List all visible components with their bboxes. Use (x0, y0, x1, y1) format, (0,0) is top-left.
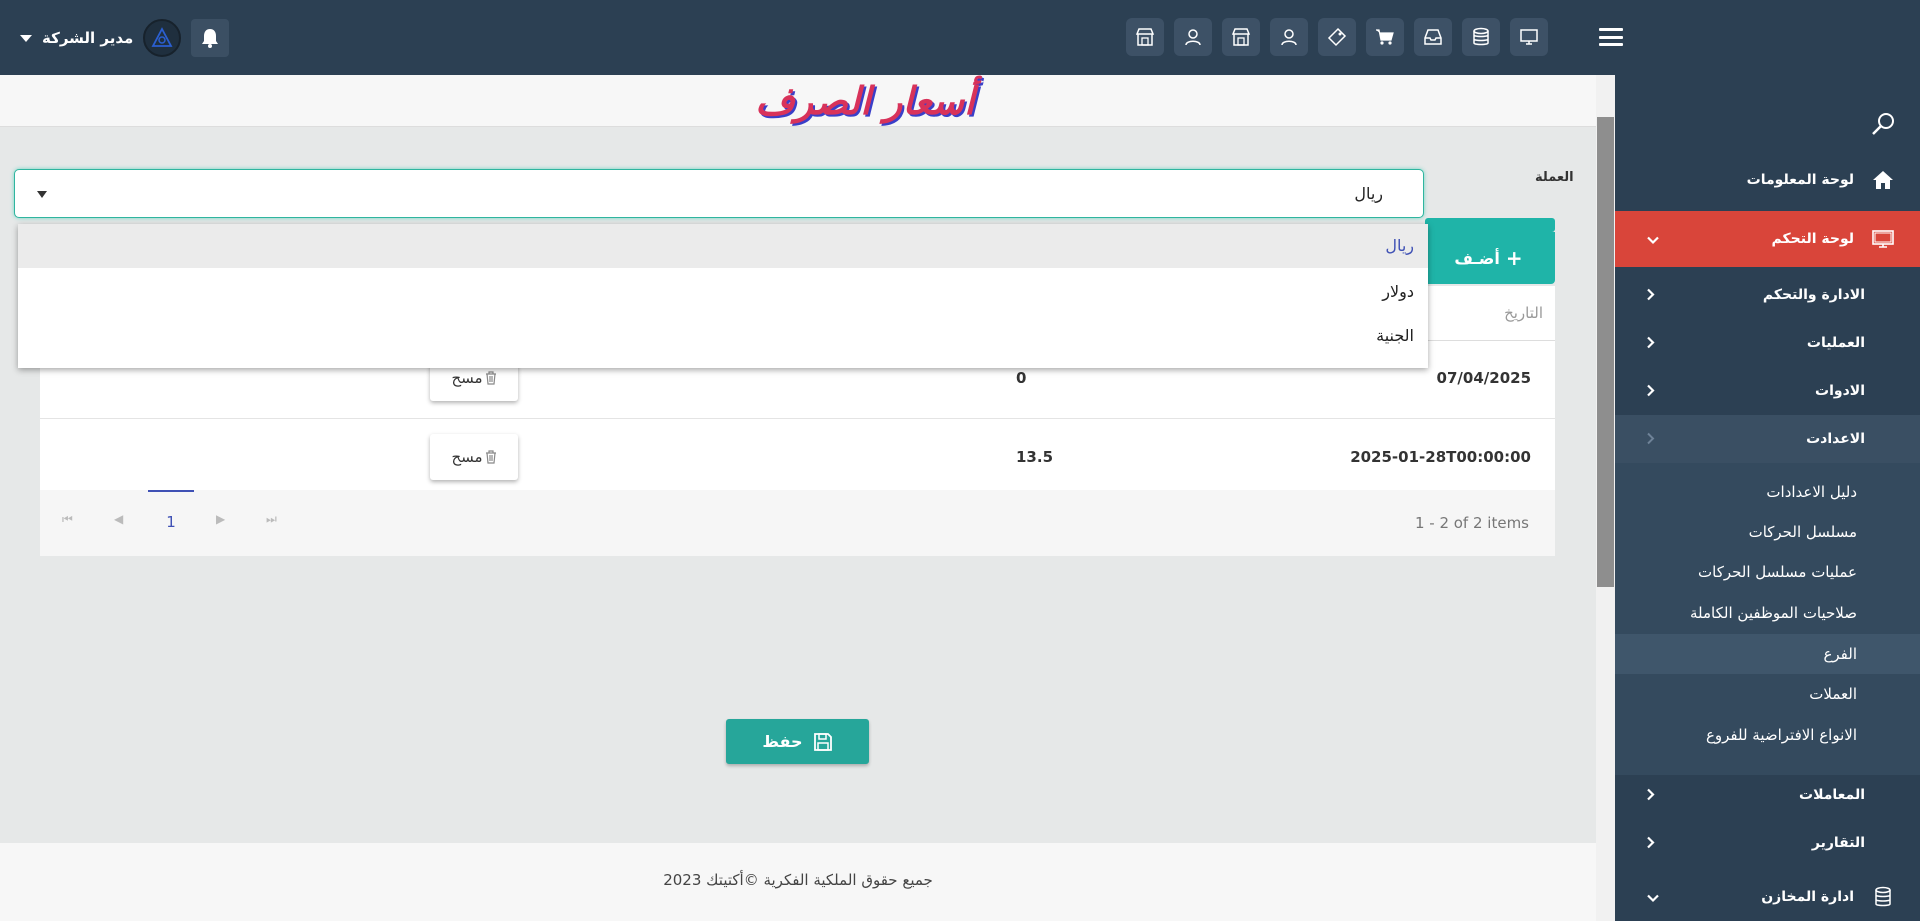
submenu-item[interactable]: مسلسل الحركات (1615, 512, 1920, 552)
sidebar-item-label: لوحة التحكم (1771, 231, 1854, 247)
delete-button-label: مسح (451, 369, 483, 387)
store-icon[interactable] (1126, 18, 1164, 56)
sidebar-item-label: التقارير (1811, 835, 1865, 851)
sidebar-item-label: ادارة المخازن (1761, 889, 1854, 905)
currency-dropdown-list: ريال دولار الجنية (18, 224, 1428, 368)
pager-info: 1 - 2 of 2 items (1414, 514, 1529, 532)
main-content: أسعار الصرف العملة ريال + أضـف التاريخ 0… (0, 75, 1596, 921)
add-button-strip (1425, 218, 1555, 232)
dropdown-option[interactable]: دولار (18, 270, 1428, 314)
chevron-right-icon (1647, 430, 1655, 449)
submenu-item[interactable]: العملات (1615, 674, 1920, 714)
caret-down-icon[interactable] (20, 34, 32, 42)
dropdown-option[interactable]: الجنية (18, 314, 1428, 358)
trash-icon (485, 371, 496, 385)
top-bar: مدير الشركة (0, 0, 1920, 75)
tag-icon[interactable] (1318, 18, 1356, 56)
footer: جميع حقوق الملكية الفكرية ©أكتيتك 2023 (0, 843, 1596, 921)
submenu-item[interactable]: دليل الاعدادات (1615, 472, 1920, 512)
title-band: أسعار الصرف (0, 75, 1596, 127)
cart-icon[interactable] (1366, 18, 1404, 56)
sidebar-item-operations[interactable]: العمليات (1615, 319, 1920, 367)
bell-icon[interactable] (191, 19, 230, 57)
sidebar: لوحة المعلومات لوحة التحكم الادارة والتح… (1615, 75, 1920, 921)
add-button[interactable]: + أضـف (1422, 232, 1555, 284)
table-row: 2025-01-28T00:00:00 13.5 مسح (40, 420, 1555, 498)
chevron-right-icon (1647, 834, 1655, 853)
store-icon[interactable] (1222, 18, 1260, 56)
page-title: أسعار الصرف (755, 78, 975, 123)
date-column-header[interactable]: التاريخ (1504, 304, 1543, 322)
hamburger-menu-icon[interactable] (1599, 28, 1623, 46)
company-logo-avatar[interactable] (143, 19, 182, 57)
plus-icon: + (1505, 246, 1523, 270)
sidebar-item-dashboard[interactable]: لوحة المعلومات (1615, 156, 1920, 204)
chevron-down-icon (1647, 230, 1659, 249)
chevron-down-icon[interactable] (37, 191, 47, 198)
search-icon[interactable] (1870, 111, 1896, 141)
delete-button[interactable]: مسح (430, 434, 518, 480)
inbox-icon[interactable] (1414, 18, 1452, 56)
chevron-right-icon (1647, 334, 1655, 353)
currency-select-value[interactable]: ريال (1354, 184, 1383, 203)
sidebar-item-label: الادارة والتحكم (1762, 287, 1865, 303)
submenu-item[interactable]: الفرع (1615, 634, 1920, 674)
floppy-disk-icon (813, 732, 832, 751)
row-rate: 0 (1016, 369, 1027, 387)
row-date: 2025-01-28T00:00:00 (1350, 448, 1531, 466)
sidebar-item-management[interactable]: الادارة والتحكم (1615, 271, 1920, 319)
prev-page-icon[interactable]: ◀ (114, 512, 123, 526)
database-icon[interactable] (1462, 18, 1500, 56)
row-date: 07/04/2025 (1436, 369, 1531, 387)
sidebar-item-label: الادوات (1815, 383, 1865, 399)
user-icon[interactable] (1270, 18, 1308, 56)
page-number-current[interactable]: 1 (148, 490, 194, 556)
next-page-icon[interactable]: ▶ (216, 512, 225, 526)
sidebar-item-label: العمليات (1806, 335, 1865, 351)
user-name[interactable]: مدير الشركة (42, 29, 133, 47)
pager: ⏮ ◀ 1 ▶ ⏭ 1 - 2 of 2 items (40, 490, 1555, 556)
save-button-label: حفظ (762, 732, 803, 751)
user-icon[interactable] (1174, 18, 1212, 56)
currency-select[interactable]: ريال (14, 169, 1424, 218)
first-page-icon[interactable]: ⏮ (62, 512, 73, 527)
delete-button-label: مسح (451, 448, 483, 466)
sidebar-item-tools[interactable]: الادوات (1615, 367, 1920, 415)
sidebar-item-reports[interactable]: التقارير (1615, 819, 1920, 867)
sidebar-item-warehouses[interactable]: ادارة المخازن (1615, 873, 1920, 921)
chevron-right-icon (1647, 382, 1655, 401)
sidebar-item-settings[interactable]: الاعدادت (1615, 415, 1920, 463)
dropdown-option[interactable]: ريال (18, 224, 1428, 268)
settings-submenu: دليل الاعدادات مسلسل الحركات عمليات مسلس… (1615, 463, 1920, 775)
user-menu[interactable]: مدير الشركة (20, 18, 230, 58)
submenu-item[interactable]: عمليات مسلسل الحركات (1615, 552, 1920, 592)
submenu-item[interactable]: صلاحيات الموظفين الكاملة (1615, 593, 1920, 633)
chevron-right-icon (1647, 286, 1655, 305)
chevron-right-icon (1647, 786, 1655, 805)
currency-label: العملة (1535, 170, 1574, 185)
monitor-icon (1868, 224, 1898, 254)
trash-icon (485, 450, 496, 464)
chevron-down-icon (1647, 888, 1659, 907)
save-button[interactable]: حفظ (726, 719, 869, 764)
footer-copyright: جميع حقوق الملكية الفكرية ©أكتيتك 2023 (663, 871, 933, 889)
row-rate: 13.5 (1016, 448, 1054, 466)
sidebar-item-label: المعاملات (1799, 787, 1865, 803)
last-page-icon[interactable]: ⏭ (266, 512, 277, 527)
scrollbar-thumb[interactable] (1597, 117, 1614, 587)
toolbar-icons (1126, 18, 1548, 56)
home-icon (1868, 165, 1898, 195)
sidebar-item-control-panel[interactable]: لوحة التحكم (1615, 211, 1920, 267)
add-button-label: أضـف (1454, 248, 1500, 268)
database-icon (1868, 882, 1898, 912)
submenu-item[interactable]: الانواع الافتراضية للفروع (1615, 715, 1920, 755)
sidebar-item-transactions[interactable]: المعاملات (1615, 771, 1920, 819)
sidebar-item-label: الاعدادت (1806, 431, 1865, 447)
sidebar-item-label: لوحة المعلومات (1746, 172, 1854, 188)
monitor-icon[interactable] (1510, 18, 1548, 56)
